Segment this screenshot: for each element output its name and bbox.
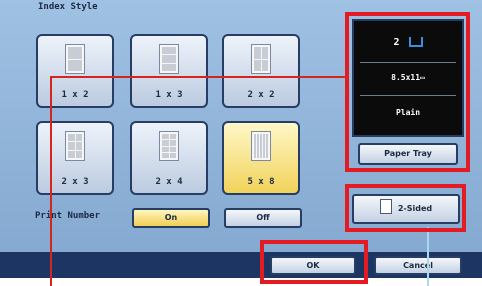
index-style-label: 2 x 4: [155, 177, 183, 187]
index-style-label: 1 x 3: [155, 90, 183, 100]
callout-line: [50, 77, 52, 286]
print-number-off-button[interactable]: Off: [224, 208, 302, 228]
index-style-2x3-button[interactable]: 2 x 3: [36, 121, 114, 195]
index-thumbnail-icon: [251, 131, 271, 161]
highlight-ok-button: [260, 240, 368, 284]
index-style-5x8-button[interactable]: 5 x 8: [222, 121, 300, 195]
cancel-button[interactable]: Cancel: [374, 256, 462, 275]
index-style-1x2-button[interactable]: 1 x 2: [36, 34, 114, 108]
index-style-title: Index Style: [38, 2, 98, 12]
callout-line: [427, 227, 429, 286]
highlight-two-sided: [345, 184, 466, 232]
print-number-label: Print Number: [35, 211, 101, 221]
index-style-1x3-button[interactable]: 1 x 3: [130, 34, 208, 108]
highlight-tray-panel: [345, 12, 470, 172]
index-style-label: 2 x 2: [247, 90, 275, 100]
index-style-2x4-button[interactable]: 2 x 4: [130, 121, 208, 195]
index-thumbnail-icon: [65, 131, 85, 161]
index-thumbnail-icon: [251, 44, 271, 74]
index-style-2x2-button[interactable]: 2 x 2: [222, 34, 300, 108]
print-number-on-button[interactable]: On: [132, 208, 210, 228]
index-thumbnail-icon: [65, 44, 85, 74]
index-thumbnail-icon: [159, 44, 179, 74]
index-style-label: 5 x 8: [247, 177, 275, 187]
index-thumbnail-icon: [159, 131, 179, 161]
callout-line: [50, 76, 348, 78]
